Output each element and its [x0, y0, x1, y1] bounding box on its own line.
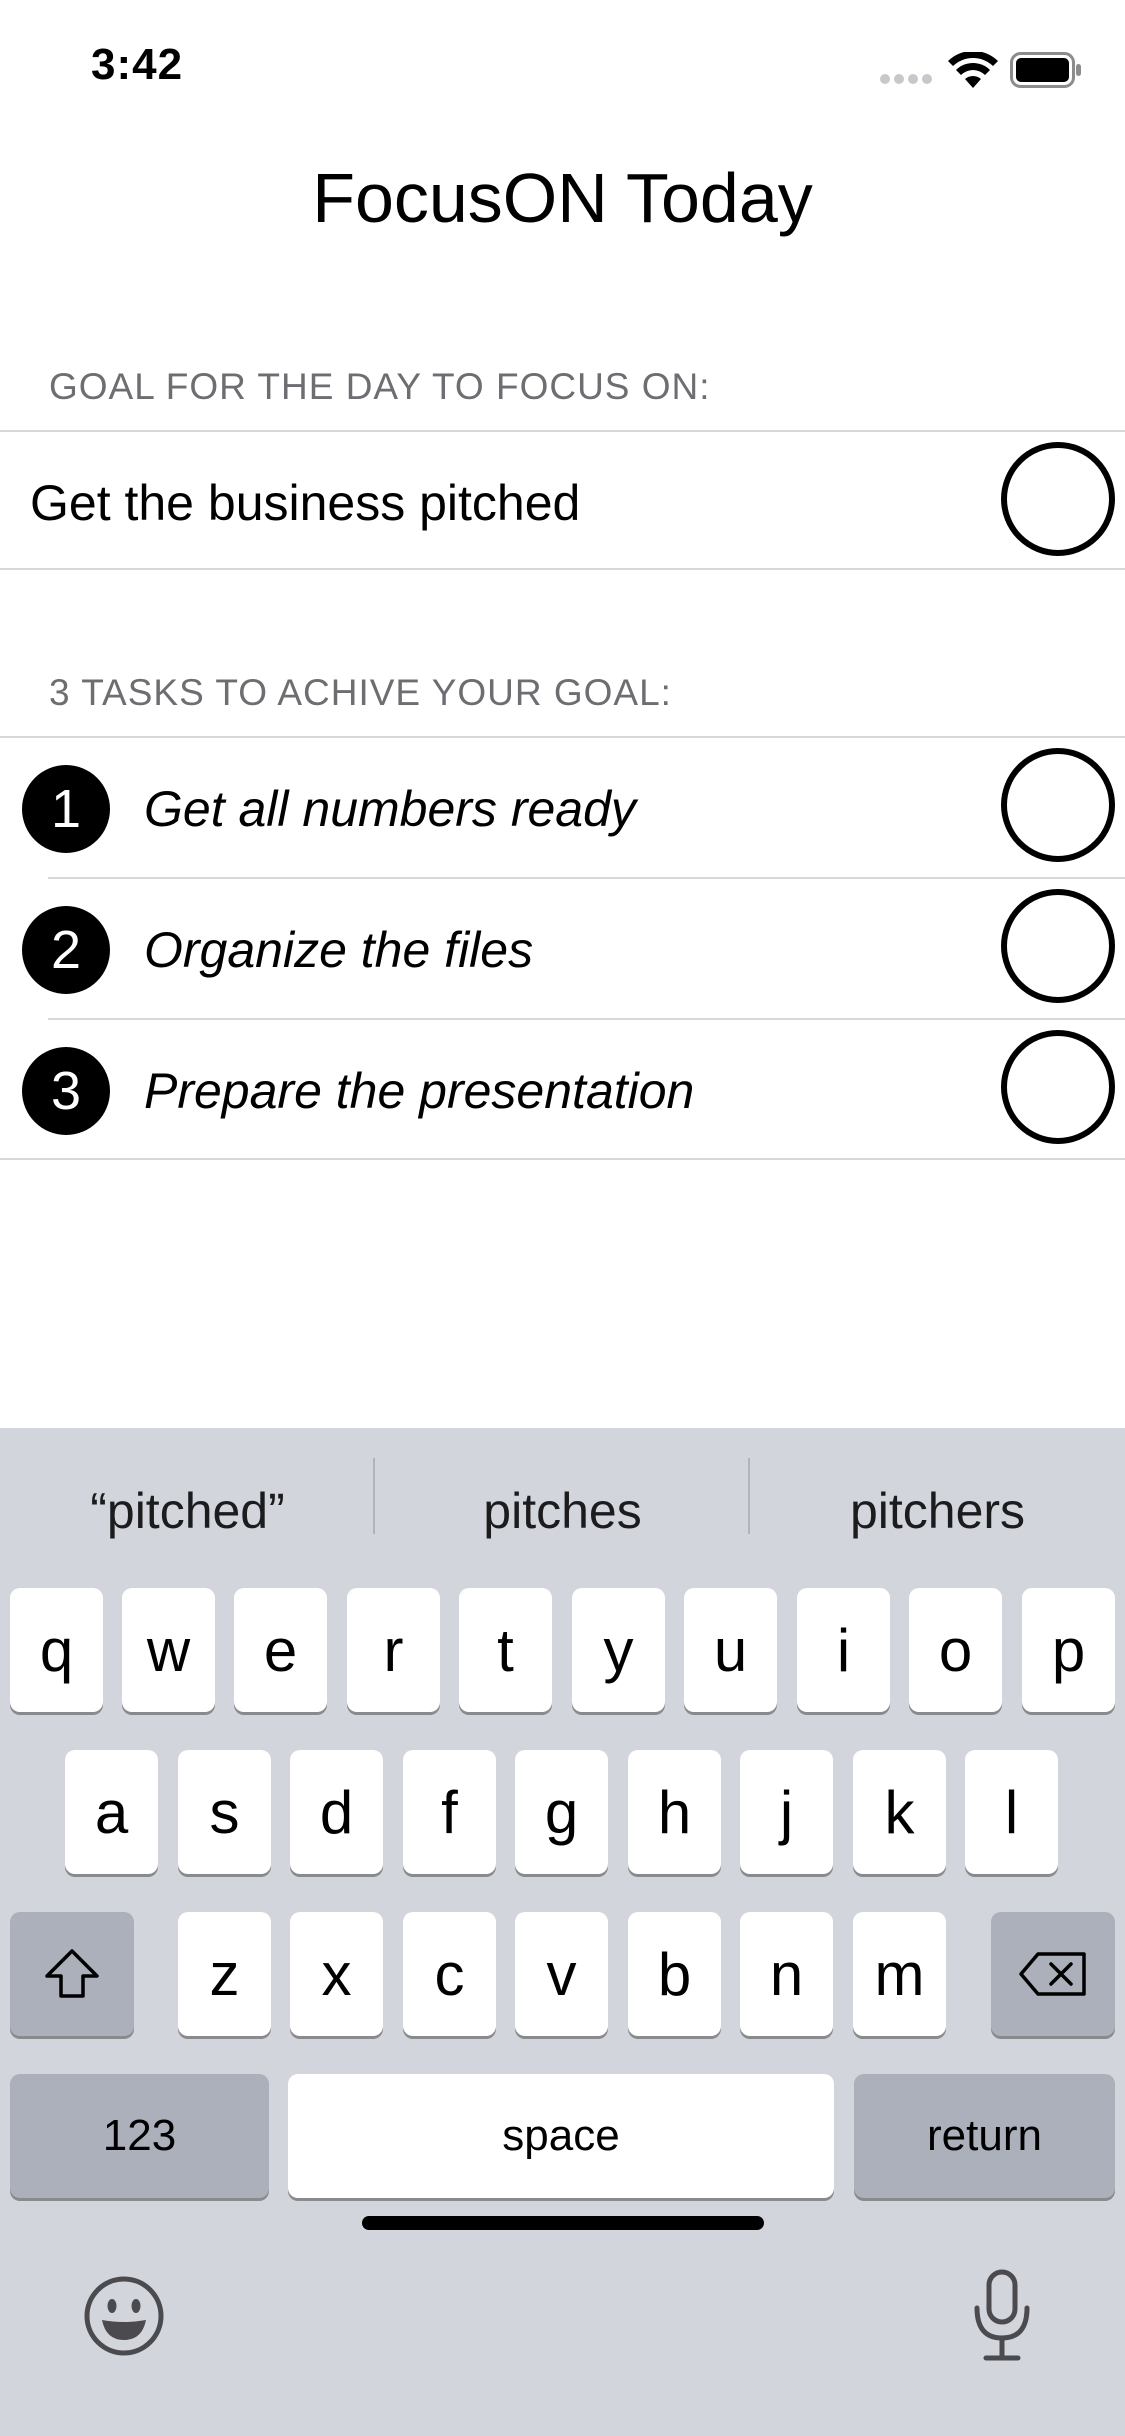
delete-key[interactable]	[991, 1912, 1115, 2036]
return-key[interactable]: return	[854, 2074, 1115, 2198]
tasks-section-header: 3 TASKS TO ACHIVE YOUR GOAL:	[49, 672, 672, 713]
home-indicator[interactable]	[362, 2216, 764, 2230]
key-f[interactable]: f	[403, 1750, 496, 1874]
goal-complete-checkbox[interactable]	[1001, 442, 1115, 556]
task-input[interactable]: Get all numbers ready	[144, 780, 636, 838]
key-j[interactable]: j	[740, 1750, 833, 1874]
key-q[interactable]: q	[10, 1588, 103, 1712]
key-x[interactable]: x	[290, 1912, 383, 2036]
divider	[0, 1158, 1125, 1160]
key-r[interactable]: r	[347, 1588, 440, 1712]
key-e[interactable]: e	[234, 1588, 327, 1712]
status-time: 3:42	[91, 40, 184, 89]
key-b[interactable]: b	[628, 1912, 721, 2036]
space-key[interactable]: space	[288, 2074, 834, 2198]
key-y[interactable]: y	[572, 1588, 665, 1712]
task-input[interactable]: Prepare the presentation	[144, 1062, 694, 1120]
battery-icon	[1010, 52, 1081, 88]
microphone-icon[interactable]	[970, 2268, 1034, 2364]
suggestion-2[interactable]: pitches	[375, 1482, 750, 1540]
page-title: FocusON Today	[312, 159, 813, 237]
key-l[interactable]: l	[965, 1750, 1058, 1874]
keyboard: “pitched” pitches pitchers q w e r t y u…	[0, 1428, 1125, 2436]
task-number-badge: 1	[22, 765, 110, 853]
shift-icon	[45, 1949, 99, 1998]
divider	[0, 568, 1125, 570]
task-complete-checkbox[interactable]	[1001, 1030, 1115, 1144]
key-d[interactable]: d	[290, 1750, 383, 1874]
task-complete-checkbox[interactable]	[1001, 748, 1115, 862]
key-n[interactable]: n	[740, 1912, 833, 2036]
key-p[interactable]: p	[1022, 1588, 1115, 1712]
task-number-badge: 3	[22, 1047, 110, 1135]
key-z[interactable]: z	[178, 1912, 271, 2036]
emoji-icon[interactable]	[82, 2274, 166, 2358]
numbers-key[interactable]: 123	[10, 2074, 269, 2198]
status-bar: 3:42	[0, 0, 1125, 140]
task-row-1: 1 Get all numbers ready	[0, 738, 1125, 878]
cellular-signal-icon	[880, 74, 932, 84]
key-g[interactable]: g	[515, 1750, 608, 1874]
key-u[interactable]: u	[684, 1588, 777, 1712]
task-number-badge: 2	[22, 906, 110, 994]
task-complete-checkbox[interactable]	[1001, 889, 1115, 1003]
goal-input[interactable]: Get the business pitched	[30, 474, 580, 532]
suggestion-3[interactable]: pitchers	[750, 1482, 1125, 1540]
key-m[interactable]: m	[853, 1912, 946, 2036]
task-row-3: 3 Prepare the presentation	[0, 1020, 1125, 1160]
key-k[interactable]: k	[853, 1750, 946, 1874]
key-o[interactable]: o	[909, 1588, 1002, 1712]
suggestion-1[interactable]: “pitched”	[0, 1482, 375, 1540]
task-row-2: 2 Organize the files	[0, 879, 1125, 1019]
goal-section-header: GOAL FOR THE DAY TO FOCUS ON:	[49, 366, 711, 407]
key-i[interactable]: i	[797, 1588, 890, 1712]
wifi-icon	[948, 52, 998, 88]
key-a[interactable]: a	[65, 1750, 158, 1874]
key-c[interactable]: c	[403, 1912, 496, 2036]
key-t[interactable]: t	[459, 1588, 552, 1712]
key-s[interactable]: s	[178, 1750, 271, 1874]
key-h[interactable]: h	[628, 1750, 721, 1874]
shift-key[interactable]	[10, 1912, 134, 2036]
task-input[interactable]: Organize the files	[144, 921, 533, 979]
goal-row: Get the business pitched	[0, 432, 1125, 568]
delete-icon	[1019, 1952, 1086, 1996]
key-w[interactable]: w	[122, 1588, 215, 1712]
key-v[interactable]: v	[515, 1912, 608, 2036]
